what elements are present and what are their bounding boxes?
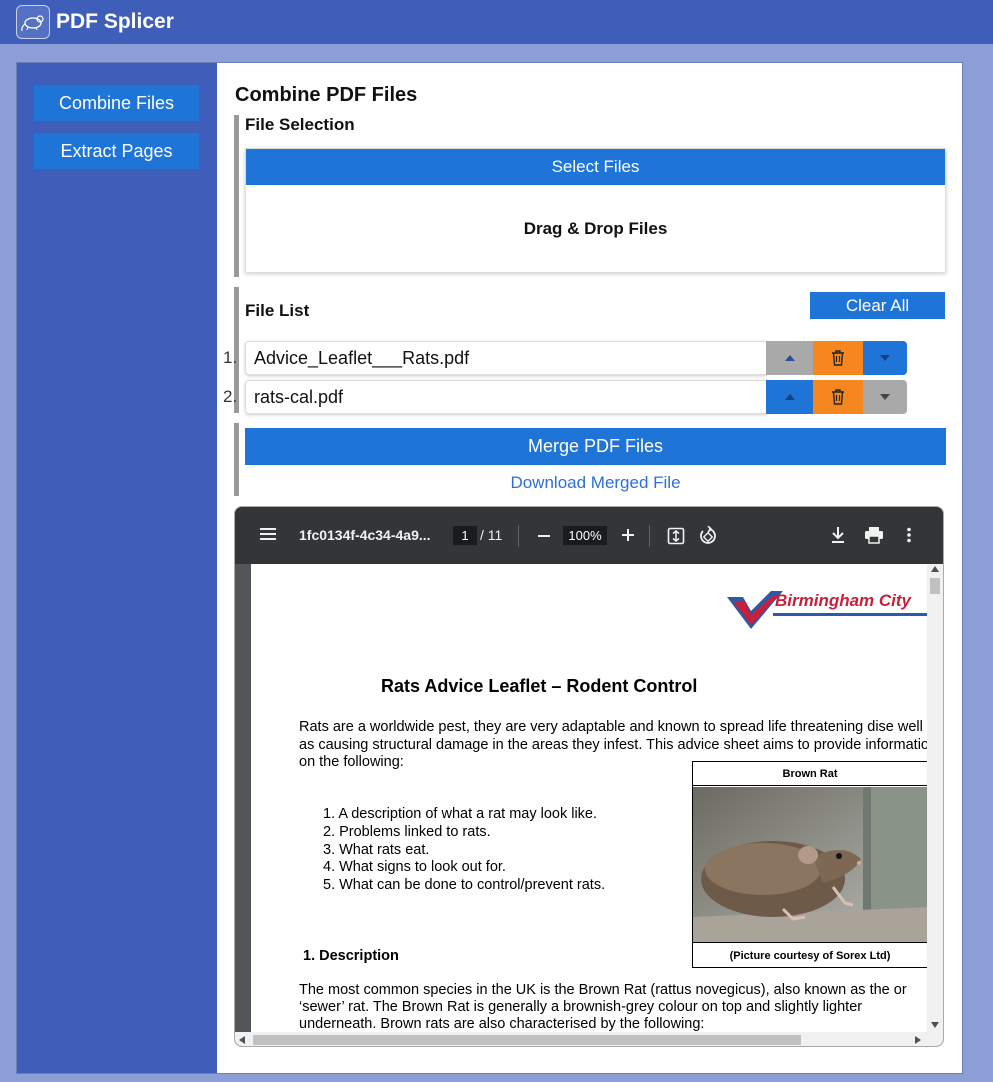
file-list-title: File List [245, 301, 310, 320]
rat-logo-icon [16, 5, 50, 39]
pdf-toolbar: 1fc0134f-4c34-4a9... 1 / 11 100% [235, 507, 943, 564]
sidebar-item-combine-files[interactable]: Combine Files [34, 85, 199, 121]
caret-down-icon [880, 355, 890, 361]
horizontal-scrollbar[interactable] [235, 1032, 943, 1046]
move-up-button[interactable] [766, 380, 813, 414]
caret-down-icon [880, 394, 890, 400]
list-item: 1. A description of what a rat may look … [323, 806, 598, 822]
zoom-level-input[interactable]: 100% [563, 526, 607, 545]
drop-zone[interactable]: Select Files [245, 148, 946, 273]
main-panel: Combine PDF Files File Selection Select … [217, 63, 962, 1073]
pdf-file-name: 1fc0134f-4c34-4a9... [299, 527, 431, 543]
list-item: 5. What can be done to control/prevent r… [323, 877, 606, 894]
delete-file-button[interactable] [813, 341, 863, 375]
merge-pdf-button[interactable]: Merge PDF Files [245, 428, 946, 465]
file-name: rats-cal.pdf [245, 380, 767, 414]
figure-caption-top: Brown Rat [693, 762, 927, 786]
file-index: 1. [223, 348, 238, 367]
trash-icon [832, 389, 844, 405]
scrollbar-thumb[interactable] [930, 578, 940, 594]
document-list: 1. A description of what a rat may look … [323, 806, 605, 895]
fit-page-icon[interactable] [667, 527, 685, 545]
trash-icon [832, 350, 844, 366]
page-number-input[interactable]: 1 [453, 526, 477, 545]
download-merged-link[interactable]: Download Merged File [245, 473, 946, 493]
top-bar: PDF Splicer [0, 0, 993, 44]
file-row: 1. Advice_Leaflet___Rats.pdf [205, 341, 907, 375]
brand-logo: Birmingham City [725, 587, 927, 635]
zoom-out-icon[interactable] [537, 534, 551, 538]
list-item: 3. What rats eat. [323, 841, 430, 858]
select-files-button[interactable]: Select Files [246, 149, 945, 185]
move-down-button[interactable] [863, 380, 907, 414]
toolbar-divider [649, 525, 650, 547]
drag-drop-label: Drag & Drop Files [523, 219, 668, 238]
scrollbar-thumb[interactable] [253, 1035, 801, 1045]
file-index: 2. [223, 387, 238, 406]
move-down-button[interactable] [863, 341, 907, 375]
list-item: 2. Problems linked to rats. [323, 823, 491, 840]
pdf-page-area[interactable]: Birmingham City Rats Advice Leaflet – Ro… [235, 564, 943, 1046]
page-total: / 11 [480, 527, 503, 543]
app-title: PDF Splicer [56, 10, 174, 33]
more-options-icon[interactable] [906, 527, 912, 543]
brand-text: Birmingham City [775, 591, 912, 610]
clear-all-button[interactable]: Clear All [810, 292, 945, 319]
zoom-in-icon[interactable] [621, 528, 635, 542]
caret-up-icon [784, 394, 795, 400]
pdf-viewer: 1fc0134f-4c34-4a9... 1 / 11 100% Birming… [234, 506, 944, 1047]
rat-photo [693, 787, 927, 942]
caret-up-icon [784, 355, 795, 361]
file-name: Advice_Leaflet___Rats.pdf [245, 341, 767, 375]
list-item: 4. What signs to look out for. [323, 859, 506, 876]
move-up-button[interactable] [766, 341, 813, 375]
sidebar: Combine Files Extract Pages [17, 63, 217, 1073]
delete-file-button[interactable] [813, 380, 863, 414]
file-row: 2. rats-cal.pdf [205, 380, 907, 414]
print-icon[interactable] [864, 526, 884, 544]
pdf-page: Birmingham City Rats Advice Leaflet – Ro… [251, 564, 927, 1032]
download-icon[interactable] [830, 526, 846, 544]
page-title: Combine PDF Files [235, 84, 418, 106]
section-body: The most common species in the UK is the… [299, 982, 907, 1032]
toolbar-divider [518, 525, 519, 547]
menu-icon[interactable] [259, 527, 277, 541]
section-heading: 1. Description [303, 948, 399, 964]
section-divider [234, 115, 239, 277]
rotate-icon[interactable] [699, 526, 717, 546]
document-title: Rats Advice Leaflet – Rodent Control [381, 676, 698, 696]
file-selection-title: File Selection [245, 115, 355, 134]
vertical-scrollbar[interactable] [927, 564, 943, 1032]
figure-caption-bottom: (Picture courtesy of Sorex Ltd) [693, 942, 927, 968]
rat-figure: Brown Rat (Picture courtesy of Sorex Ltd… [692, 761, 927, 968]
app-shell: Combine Files Extract Pages Combine PDF … [16, 62, 963, 1074]
section-divider [234, 423, 239, 496]
sidebar-item-extract-pages[interactable]: Extract Pages [34, 133, 199, 169]
